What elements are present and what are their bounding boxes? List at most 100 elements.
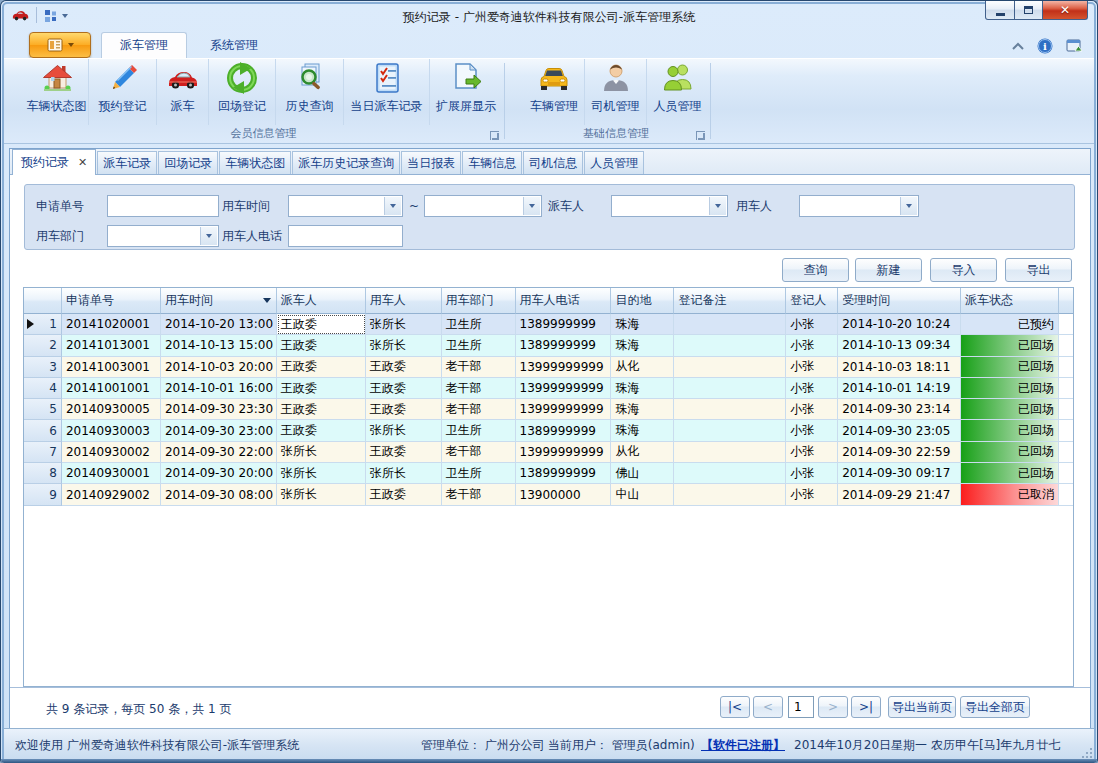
grid-header-7[interactable]: 登记备注 [674,288,786,314]
next-page-button[interactable]: > [818,696,848,718]
grid-cell[interactable]: 中山 [611,484,674,505]
grid-cell[interactable]: 王政委 [366,442,442,463]
info-icon[interactable]: i [1037,38,1053,54]
first-page-button[interactable]: |< [720,696,750,718]
status-cell[interactable]: 已回场 [961,463,1059,484]
page-number-input[interactable] [788,696,814,718]
filter-dropdown-icon[interactable] [263,298,271,303]
grid-cell[interactable]: 张所长 [366,314,442,335]
status-cell[interactable]: 已回场 [961,357,1059,378]
grid-header-9[interactable]: 受理时间 [838,288,961,314]
grid-row-1[interactable]: 1201410200012014-10-20 13:00王政委张所长卫生所138… [24,314,1073,335]
grid-cell[interactable]: 小张 [786,484,838,505]
grid-cell[interactable]: 小张 [786,463,838,484]
import-button[interactable]: 导入 [930,258,997,282]
grid-cell[interactable]: 2014-10-03 18:11 [838,357,961,378]
ribbon-button[interactable]: 司机管理 [584,59,646,125]
ribbon-button[interactable]: 人员管理 [646,59,708,125]
grid-cell[interactable]: 13999999999 [516,399,612,420]
prev-page-button[interactable]: < [753,696,783,718]
grid-cell[interactable]: 2014-09-30 23:14 [838,399,961,420]
ribbon-tab-system[interactable]: 系统管理 [192,32,276,58]
close-tab-icon[interactable]: ✕ [78,156,87,169]
doc-tab-0[interactable]: 预约记录✕ [12,149,96,175]
dispatcher-combo[interactable] [611,195,728,217]
status-cell[interactable]: 已回场 [961,420,1059,441]
doc-tab-4[interactable]: 派车历史记录查询 [292,151,400,174]
grid-header-4[interactable]: 用车部门 [442,288,516,314]
grid-cell[interactable]: 从化 [611,442,674,463]
grid-cell[interactable] [674,442,786,463]
department-combo[interactable] [107,225,219,247]
grid-cell[interactable]: 2014-09-30 08:00 [161,484,277,505]
grid-header-8[interactable]: 登记人 [786,288,838,314]
grid-row-5[interactable]: 5201409300052014-09-30 23:30王政委王政委老干部139… [24,399,1073,420]
grid-cell[interactable]: 2014-09-29 21:47 [838,484,961,505]
grid-cell[interactable] [674,357,786,378]
statusbar-license-link[interactable]: 【软件已注册】 [701,737,785,754]
status-cell[interactable]: 已预约 [961,314,1059,335]
collapse-ribbon-icon[interactable] [1012,42,1024,50]
export-current-page-button[interactable]: 导出当前页 [888,696,956,718]
export-button[interactable]: 导出 [1005,258,1072,282]
ribbon-button[interactable]: 历史查询 [275,59,343,125]
export-all-pages-button[interactable]: 导出全部页 [960,696,1030,718]
grid-cell[interactable]: 老干部 [442,442,516,463]
grid-cell[interactable]: 小张 [786,420,838,441]
grid-cell[interactable]: 20140929002 [62,484,161,505]
grid-cell[interactable]: 从化 [611,357,674,378]
grid-cell[interactable]: 1389999999 [516,420,612,441]
grid-cell[interactable]: 2014-10-01 16:00 [161,378,277,399]
grid-cell[interactable]: 张所长 [366,463,442,484]
grid-cell[interactable]: 张所长 [277,484,366,505]
grid-cell[interactable]: 20141013001 [62,335,161,356]
grid-cell[interactable]: 王政委 [277,335,366,356]
grid-cell[interactable]: 1389999999 [516,463,612,484]
grid-cell[interactable]: 珠海 [611,420,674,441]
doc-tab-2[interactable]: 回场记录 [158,151,218,174]
doc-tab-7[interactable]: 司机信息 [523,151,583,174]
grid-cell[interactable]: 王政委 [366,357,442,378]
grid-cell[interactable]: 老干部 [442,484,516,505]
grid-header-2[interactable]: 派车人 [277,288,366,314]
grid-row-4[interactable]: 4201410010012014-10-01 16:00王政委王政委老干部139… [24,378,1073,399]
status-cell[interactable]: 已取消 [961,484,1059,505]
last-page-button[interactable]: >| [851,696,881,718]
grid-row-2[interactable]: 2201410130012014-10-13 15:00王政委张所长卫生所138… [24,335,1073,356]
grid-row-9[interactable]: 9201409290022014-09-30 08:00张所长王政委老干部139… [24,484,1073,505]
grid-cell[interactable]: 20140930002 [62,442,161,463]
grid-cell[interactable]: 珠海 [611,399,674,420]
status-cell[interactable]: 已回场 [961,335,1059,356]
grid-header-10[interactable]: 派车状态 [961,288,1059,314]
grid-cell[interactable]: 2014-09-30 20:00 [161,463,277,484]
grid-cell[interactable]: 2014-09-30 23:30 [161,399,277,420]
grid-header-6[interactable]: 目的地 [611,288,674,314]
grid-cell[interactable]: 小张 [786,442,838,463]
grid-row-6[interactable]: 6201409300032014-09-30 23:00王政委张所长卫生所138… [24,420,1073,441]
switch-window-icon[interactable] [1066,38,1084,54]
query-button[interactable]: 查询 [782,258,849,282]
grid-cell[interactable]: 张所长 [277,442,366,463]
status-cell[interactable]: 已回场 [961,442,1059,463]
grid-cell[interactable]: 小张 [786,399,838,420]
grid-cell[interactable]: 珠海 [611,378,674,399]
grid-cell[interactable]: 20140930005 [62,399,161,420]
grid-cell[interactable] [674,378,786,399]
doc-tab-6[interactable]: 车辆信息 [462,151,522,174]
close-button[interactable]: ✕ [1043,1,1088,20]
use-time-to-combo[interactable] [424,195,542,217]
grid-cell[interactable]: 张所长 [277,463,366,484]
grid-cell[interactable]: 王政委 [366,399,442,420]
request-no-input[interactable] [107,195,219,217]
grid-cell[interactable]: 2014-10-20 13:00 [161,314,277,335]
grid-header-1[interactable]: 用车时间 [161,288,277,314]
status-cell[interactable]: 已回场 [961,378,1059,399]
maximize-button[interactable] [1015,1,1043,20]
grid-row-7[interactable]: 7201409300022014-09-30 22:00张所长王政委老干部139… [24,442,1073,463]
ribbon-button[interactable]: 派车 [156,59,208,125]
grid-cell[interactable] [674,399,786,420]
grid-cell[interactable] [674,463,786,484]
grid-cell[interactable] [674,420,786,441]
grid-cell[interactable] [674,314,786,335]
grid-cell[interactable]: 小张 [786,357,838,378]
